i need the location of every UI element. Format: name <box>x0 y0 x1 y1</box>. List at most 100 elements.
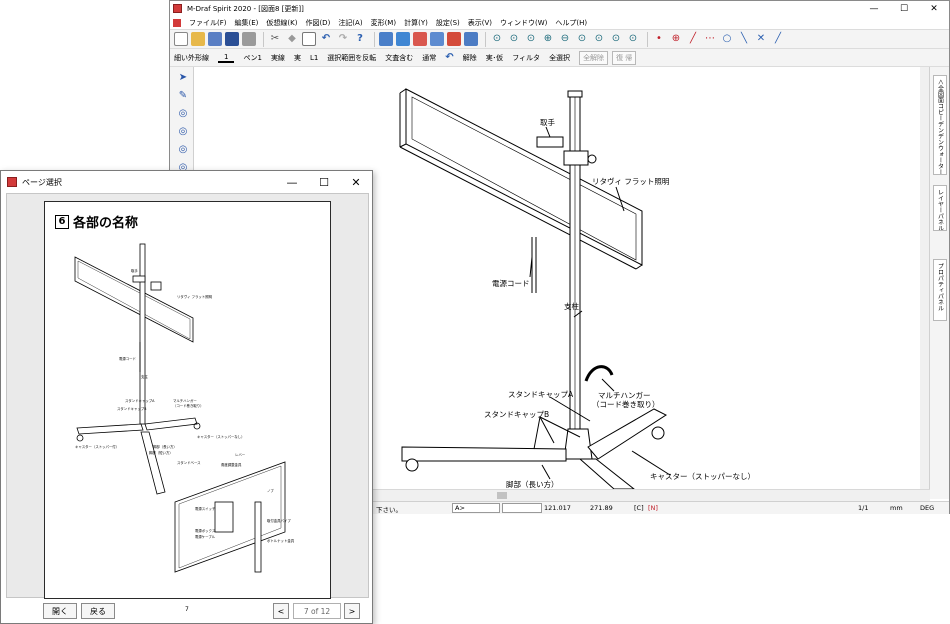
toolbox-icon[interactable] <box>447 32 461 46</box>
dialog-close-button[interactable]: ✕ <box>340 171 372 193</box>
menu-bar: ファイル(F) 編集(E) 仮想線(K) 作図(D) 注記(A) 変形(M) 計… <box>170 16 949 29</box>
menu-view[interactable]: 表示(V) <box>464 18 496 28</box>
page-select-dialog: ページ選択 — ☐ ✕ 6 各部の名称 取手 リタヴィ フラット照明 電源コード… <box>0 170 373 624</box>
save-icon[interactable] <box>225 32 239 46</box>
select-mode-dropdown[interactable]: 通常 <box>422 53 436 63</box>
circle-icon[interactable]: ○ <box>720 32 734 46</box>
release-button[interactable]: 解除 <box>463 53 477 63</box>
line-icon[interactable]: ╱ <box>686 32 700 46</box>
zoom-fit-icon[interactable]: ⊙ <box>609 32 623 46</box>
menu-window[interactable]: ウィンドウ(W) <box>496 18 551 28</box>
layers-icon[interactable] <box>379 32 393 46</box>
zoom-in-icon[interactable]: ⊕ <box>541 32 555 46</box>
include-text-toggle[interactable]: 文査含む <box>385 53 413 63</box>
release-all-button[interactable]: 全解除 <box>579 50 609 65</box>
menu-virtual-line[interactable]: 仮想線(K) <box>262 18 301 28</box>
monitor-icon[interactable] <box>430 32 444 46</box>
circle-tool-icon[interactable]: ◎ <box>176 107 190 121</box>
pen-select[interactable]: ペン1 <box>243 53 261 63</box>
label-leg-long: 脚部（長い方） <box>506 479 559 489</box>
tab-all-drawing-copy[interactable]: ＜全図面コピーデンデンウォーター <box>933 75 947 175</box>
undo-selection-icon[interactable]: ↶ <box>445 52 453 63</box>
save-as-icon[interactable] <box>208 32 222 46</box>
line-type-select[interactable]: 細い外形線 <box>174 53 209 63</box>
redo-icon[interactable]: ↷ <box>336 32 350 46</box>
leg-left <box>401 446 567 462</box>
eraser-icon[interactable]: ◆ <box>285 32 299 46</box>
new-icon[interactable] <box>174 32 188 46</box>
grid-icon[interactable] <box>464 32 478 46</box>
property-toolbar: 細い外形線 1 ペン1 実線 実 L1 選択範囲を反転 文査含む 通常 ↶ 解除… <box>170 49 949 67</box>
tab-property-panel[interactable]: プロパティパネル <box>933 259 947 321</box>
page-ratio: 1/1 <box>858 504 869 512</box>
line-style-short-select[interactable]: 実 <box>294 53 301 63</box>
diagonal-icon[interactable]: ╱ <box>771 32 785 46</box>
dialog-maximize-button[interactable]: ☐ <box>308 171 340 193</box>
undo-icon[interactable]: ↶ <box>319 32 333 46</box>
status-message: 下さい。 <box>376 506 402 514</box>
mini-label-11: キャスター（ストッパー付） <box>75 444 119 449</box>
help-icon[interactable]: ? <box>353 32 367 46</box>
scrollbar-thumb[interactable] <box>497 492 507 499</box>
command-input[interactable]: A> <box>452 503 500 513</box>
mini-label-17: 電源ボックス <box>195 528 216 533</box>
cross-icon[interactable]: ✕ <box>754 32 768 46</box>
menu-settings[interactable]: 設定(S) <box>432 18 464 28</box>
point-icon[interactable]: • <box>652 32 666 46</box>
target-icon[interactable]: ⊕ <box>669 32 683 46</box>
pan-icon[interactable]: ⊙ <box>626 32 640 46</box>
snap-tool-icon[interactable]: ◎ <box>176 143 190 157</box>
menu-annotation[interactable]: 注記(A) <box>334 18 366 28</box>
zoom-window-icon[interactable]: ⊙ <box>575 32 589 46</box>
restore-button[interactable]: 復 帰 <box>612 50 637 65</box>
menu-file[interactable]: ファイル(F) <box>185 18 231 28</box>
dialog-minimize-button[interactable]: — <box>276 171 308 193</box>
line-style-select[interactable]: 実線 <box>271 53 285 63</box>
arc-tool-icon[interactable]: ◎ <box>176 125 190 139</box>
palette-icon[interactable] <box>413 32 427 46</box>
pen-tool-icon[interactable]: ✎ <box>176 89 190 103</box>
select-icon[interactable]: ⋯ <box>703 32 717 46</box>
command-input-2[interactable] <box>502 503 542 513</box>
label-handle: 取手 <box>540 117 555 127</box>
page-preview[interactable]: 6 各部の名称 取手 リタヴィ フラット照明 電源コード 支柱 スタンドキャップ… <box>44 201 331 613</box>
menu-help[interactable]: ヘルプ(H) <box>551 18 591 28</box>
zoom-prev-icon[interactable]: ⊙ <box>592 32 606 46</box>
line-width-select[interactable]: 1 <box>218 53 235 63</box>
print-icon[interactable] <box>242 32 256 46</box>
slash-icon[interactable]: ╲ <box>737 32 751 46</box>
prev-page-button[interactable]: < <box>273 603 289 619</box>
select-all-button[interactable]: 全選択 <box>549 53 570 63</box>
unit-mm[interactable]: mm <box>890 504 903 512</box>
menu-draw[interactable]: 作図(D) <box>301 18 334 28</box>
next-page-button[interactable]: > <box>344 603 360 619</box>
open-icon[interactable] <box>191 32 205 46</box>
real-temp-dropdown[interactable]: 実･仮 <box>486 53 504 63</box>
open-button[interactable]: 開く <box>43 603 77 619</box>
y-coordinate: 271.89 <box>590 504 613 512</box>
menu-edit[interactable]: 編集(E) <box>231 18 263 28</box>
zoom-out-icon[interactable]: ⊖ <box>558 32 572 46</box>
menu-calc[interactable]: 計算(Y) <box>400 18 432 28</box>
layer-select[interactable]: L1 <box>310 54 318 62</box>
zoom-search-icon[interactable]: ⊙ <box>490 32 504 46</box>
folder-icon[interactable] <box>396 32 410 46</box>
unit-deg[interactable]: DEG <box>920 504 934 512</box>
tab-layer-panel[interactable]: レイヤーパネル <box>933 185 947 231</box>
vertical-scrollbar[interactable] <box>920 67 929 489</box>
menu-transform[interactable]: 変形(M) <box>367 18 401 28</box>
arrow-select-icon[interactable]: ➤ <box>176 71 190 85</box>
filter-checkbox[interactable]: フィルタ <box>512 53 540 63</box>
mini-label-14: レバー <box>235 453 246 457</box>
invert-selection-button[interactable]: 選択範囲を反転 <box>327 53 376 63</box>
square-icon[interactable] <box>302 32 316 46</box>
back-button[interactable]: 戻る <box>81 603 115 619</box>
maximize-button[interactable]: ☐ <box>889 1 919 16</box>
mini-label-6: スタンドキャップB <box>117 406 147 411</box>
close-button[interactable]: ✕ <box>919 1 949 16</box>
cut-icon[interactable]: ✂ <box>268 32 282 46</box>
zoom-f-icon[interactable]: ⊙ <box>507 32 521 46</box>
minimize-button[interactable]: — <box>859 1 889 16</box>
zoom-all-icon[interactable]: ⊙ <box>524 32 538 46</box>
mini-label-16: 電源スイッチ <box>195 506 216 511</box>
